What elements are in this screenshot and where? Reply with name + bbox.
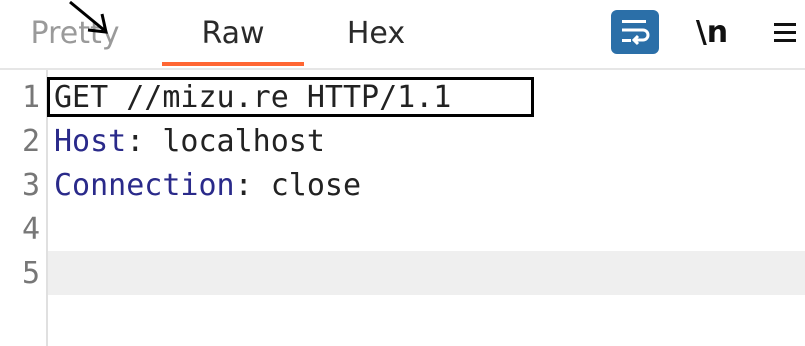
header-value: close: [270, 168, 362, 203]
raw-editor[interactable]: 1 GET //mizu.re HTTP/1.1 2 Host: localho…: [0, 70, 805, 346]
editor-line[interactable]: 2 Host: localhost: [0, 120, 805, 164]
line-number: 2: [21, 124, 40, 159]
line-number: 5: [21, 256, 40, 291]
tab-hex[interactable]: Hex: [305, 12, 447, 56]
show-newlines-button[interactable]: \n: [688, 12, 736, 54]
header-separator: :: [126, 124, 163, 159]
active-tab-indicator: [162, 62, 304, 66]
menu-bar: [774, 39, 796, 42]
header-separator: :: [234, 168, 271, 203]
menu-bar: [774, 31, 796, 34]
header-line: Connection: close: [54, 164, 361, 208]
tab-raw[interactable]: Raw: [162, 12, 304, 56]
header-value: localhost: [162, 124, 325, 159]
editor-line[interactable]: 5: [0, 252, 805, 296]
line-number: 1: [21, 80, 40, 115]
annotation-highlight-box: [47, 77, 534, 117]
word-wrap-icon: [622, 20, 650, 46]
http-request-editor: Pretty Raw Hex \n 1 GET //mizu.re HTTP/1…: [0, 0, 805, 346]
view-tab-bar: Pretty Raw Hex \n: [0, 0, 805, 70]
editor-line[interactable]: 3 Connection: close: [0, 164, 805, 208]
word-wrap-button[interactable]: [611, 10, 659, 54]
hamburger-menu-icon[interactable]: [764, 12, 805, 54]
header-key: Connection: [54, 168, 235, 203]
header-line: Host: localhost: [54, 120, 325, 164]
editor-line[interactable]: 4: [0, 208, 805, 252]
menu-bar: [774, 23, 796, 26]
header-key: Host: [54, 124, 127, 159]
line-number: 3: [21, 168, 40, 203]
line-number: 4: [21, 212, 40, 247]
annotation-arrow-icon: [69, 0, 108, 34]
